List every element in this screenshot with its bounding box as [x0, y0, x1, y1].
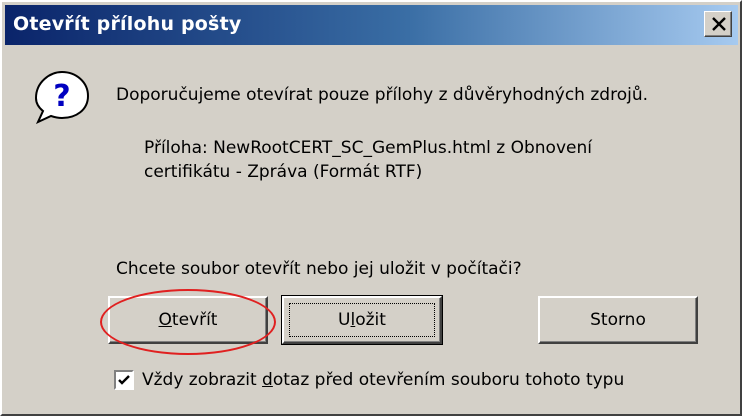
- always-ask-label[interactable]: Vždy zobrazit dotaz před otevřením soubo…: [142, 369, 624, 391]
- always-ask-label-rest: otaz před otevřením souboru tohoto typu: [272, 370, 625, 390]
- warning-message: Doporučujeme otevírat pouze přílohy z dů…: [116, 85, 648, 105]
- question-icon: ?: [28, 68, 92, 125]
- focus-rectangle: [289, 303, 435, 337]
- open-button[interactable]: Otevřít: [108, 296, 268, 344]
- cancel-button[interactable]: Storno: [538, 296, 698, 344]
- open-button-mnemonic: O: [158, 310, 172, 330]
- save-button[interactable]: Uložit: [281, 295, 443, 345]
- close-button[interactable]: [704, 11, 732, 37]
- svg-text:?: ?: [53, 79, 70, 114]
- always-ask-checkbox[interactable]: [114, 370, 134, 390]
- close-icon: [712, 17, 726, 31]
- checkmark-icon: [118, 375, 130, 385]
- attachment-info-line1: Příloha: NewRootCERT_SC_GemPlus.html z O…: [144, 138, 592, 158]
- always-ask-label-mnemonic: d: [262, 370, 273, 390]
- always-ask-label-pre: Vždy zobrazit: [142, 370, 263, 390]
- attachment-info-line2: certifikátu - Zpráva (Formát RTF): [144, 162, 423, 182]
- window-title: Otevřít přílohu pošty: [13, 13, 242, 35]
- title-bar[interactable]: Otevřít přílohu pošty: [5, 5, 738, 45]
- open-button-label: tevřít: [171, 310, 218, 330]
- question-text: Chcete soubor otevřít nebo jej uložit v …: [116, 259, 522, 279]
- dialog-window: Otevřít přílohu pošty ? Doporučujeme ote…: [0, 0, 742, 416]
